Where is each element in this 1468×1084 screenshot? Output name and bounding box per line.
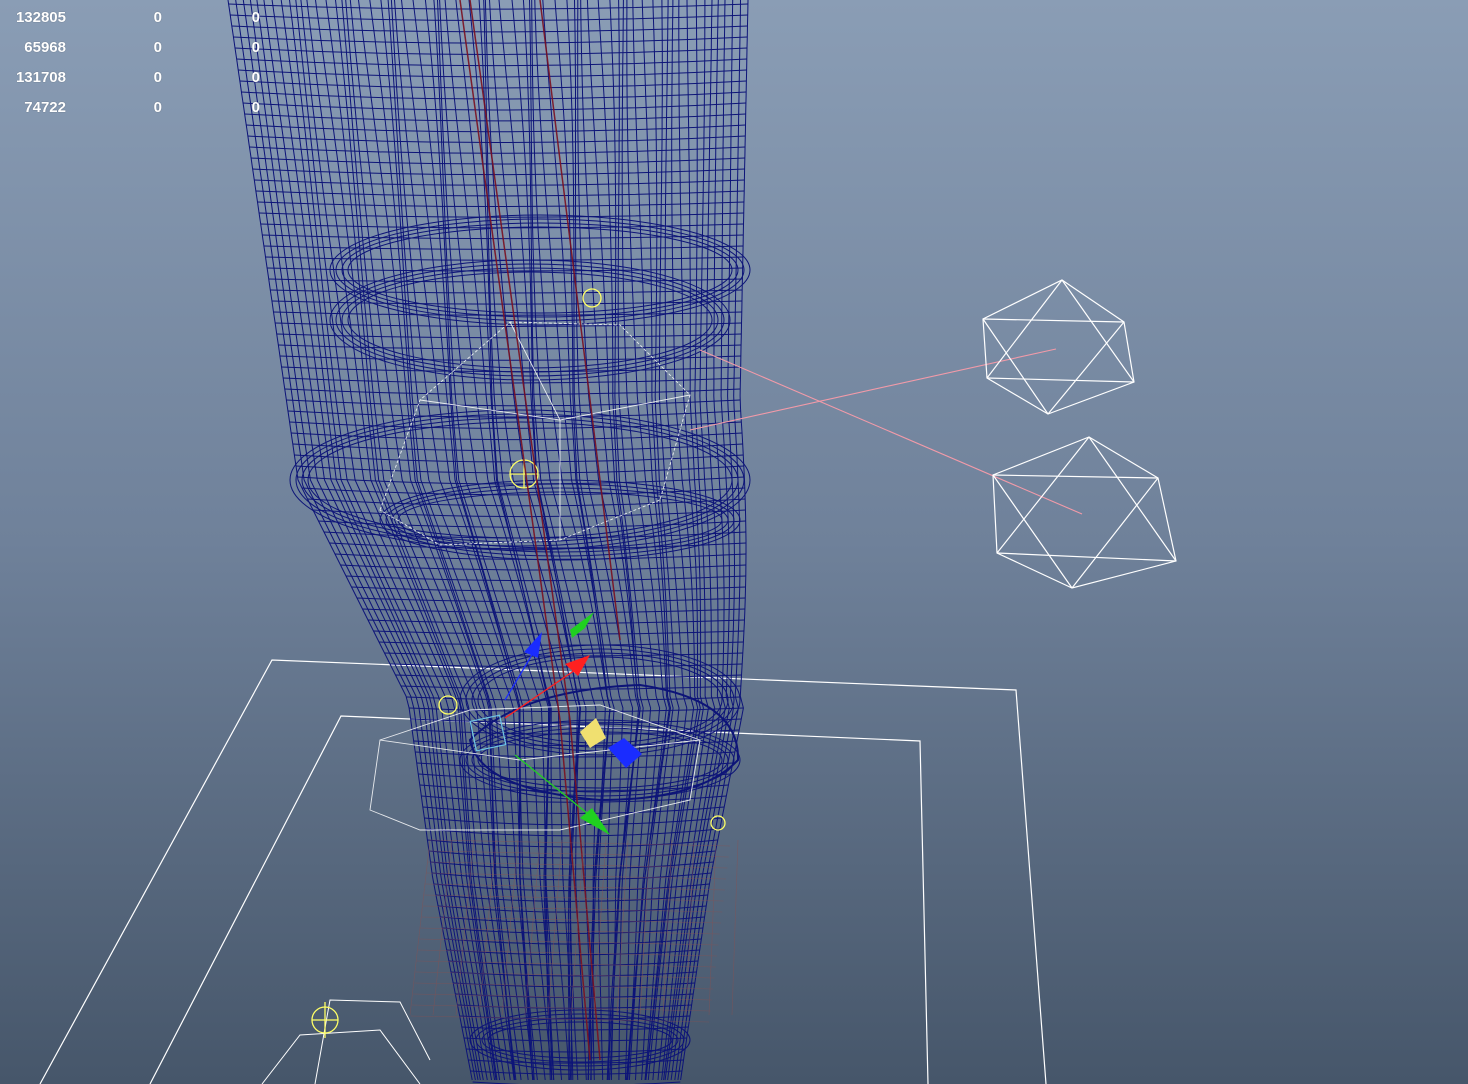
hud-value: 74722 xyxy=(24,99,66,116)
hud-value: 0 xyxy=(251,9,260,26)
upper-joint-marker[interactable] xyxy=(582,288,602,308)
hud-value: 0 xyxy=(251,69,260,86)
pole-vector-locator-upper[interactable] xyxy=(982,279,1135,415)
hud-value: 132805 xyxy=(15,9,66,26)
hud-value: 0 xyxy=(153,39,162,56)
3d-viewport[interactable]: 132805 0 0 65968 0 0 131708 0 0 74722 0 … xyxy=(0,0,1468,1084)
hud-value: 131708 xyxy=(15,69,66,86)
hud-value: 0 xyxy=(153,69,162,86)
hud-value: 0 xyxy=(153,9,162,26)
hud-value: 0 xyxy=(251,99,260,116)
pole-vector-locator-lower[interactable] xyxy=(992,436,1177,589)
hud-value: 65968 xyxy=(24,39,66,56)
leg-wireframe-mesh[interactable] xyxy=(227,0,751,1084)
viewport-canvas[interactable] xyxy=(0,0,1468,1084)
pole-vector-links xyxy=(689,348,1083,515)
hud-value: 0 xyxy=(153,99,162,116)
ankle-locator-wireframe[interactable] xyxy=(261,999,431,1084)
hud-value: 0 xyxy=(251,39,260,56)
